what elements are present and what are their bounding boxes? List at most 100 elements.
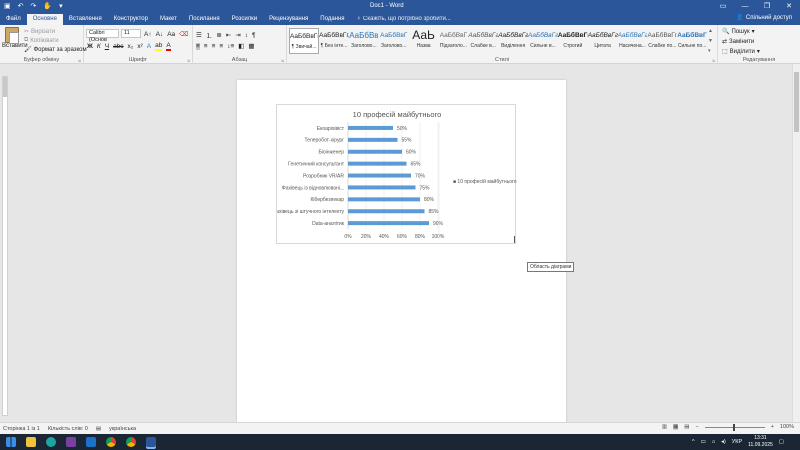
dialog-launcher-icon[interactable]: ⇲ [281, 58, 284, 63]
tab-home[interactable]: Основне [26, 14, 63, 25]
style-intense-emphasis[interactable]: АаБбВвГг Сильне в... [528, 28, 558, 54]
style-emphasis[interactable]: АаБбВвГг Виділення [498, 28, 528, 54]
restore-icon[interactable]: ❐ [756, 0, 778, 13]
style-strong[interactable]: АаБбВвГг Строгий [558, 28, 588, 54]
cut-button[interactable]: ✂ Вирізати [24, 28, 87, 36]
read-mode-icon[interactable]: ▥ [662, 424, 667, 430]
tab-design[interactable]: Конструктор [108, 14, 154, 25]
more-icon[interactable]: ▾ [708, 48, 714, 54]
proofing-icon[interactable]: ▤ [96, 426, 101, 432]
tab-view[interactable]: Подання [314, 14, 350, 25]
style-intense-quote[interactable]: АаБбВвГг Насичена... [618, 28, 648, 54]
bold-icon[interactable]: Ж [87, 43, 93, 50]
ribbon-options-icon[interactable]: ▭ [712, 0, 734, 13]
select-button[interactable]: ⬚ Виділити ▾ [722, 48, 760, 56]
word-icon[interactable] [146, 437, 156, 447]
save-icon[interactable]: ▣ [4, 3, 11, 10]
undo-icon[interactable]: ↶ [18, 3, 24, 10]
volume-icon[interactable]: ◂) [721, 439, 726, 445]
grow-font-icon[interactable]: A↑ [144, 31, 152, 38]
redo-icon[interactable]: ↷ [31, 3, 37, 10]
style-subtle-emphasis[interactable]: АаБбВвГг Слабке в... [468, 28, 498, 54]
font-size-box[interactable]: 11 [121, 29, 141, 38]
network-icon[interactable]: ⌂ [712, 439, 715, 445]
style-subtitle[interactable]: АаБбВвГ Підзаголо... [439, 28, 469, 54]
font-color-icon[interactable]: A [166, 42, 171, 51]
decrease-indent-icon[interactable]: ⇤ [226, 31, 231, 39]
print-layout-icon[interactable]: ▦ [673, 424, 679, 430]
tab-mailings[interactable]: Розсилки [226, 14, 264, 25]
clock[interactable]: 13:31 11.09.2025 [748, 435, 773, 449]
tell-me-box[interactable]: ♀ Скажіть, що потрібно зробити... [357, 14, 451, 25]
zoom-out-icon[interactable]: − [695, 424, 698, 430]
style-no-spacing[interactable]: АаБбВвГг, ¶ Без інте... [319, 28, 349, 54]
onenote-icon[interactable] [66, 437, 76, 447]
multilevel-list-icon[interactable]: ≣ [216, 31, 221, 39]
align-center-icon[interactable]: ≡ [204, 43, 208, 50]
battery-icon[interactable]: ▭ [701, 439, 706, 445]
font-name-box[interactable]: Calibri (Основ [86, 29, 119, 43]
edge-icon[interactable] [46, 437, 56, 447]
tab-layout[interactable]: Макет [154, 14, 183, 25]
clear-format-icon[interactable]: ⌫ [179, 30, 188, 38]
line-spacing-icon[interactable]: ↕≡ [227, 43, 234, 50]
paste-button[interactable]: Вставити [2, 27, 28, 49]
tab-insert[interactable]: Вставлення [63, 14, 108, 25]
replace-button[interactable]: ⇄ Замінити [722, 38, 760, 46]
file-explorer-icon[interactable] [26, 437, 36, 447]
chart-area[interactable]: 10 професій майбутнього 0% 20% 40% 60% 80% 100… [276, 104, 517, 244]
italic-icon[interactable]: К [97, 43, 101, 50]
align-right-icon[interactable]: ≡ [212, 43, 216, 50]
style-intense-reference[interactable]: АаБбВвГг Сильне по... [677, 28, 707, 54]
page-count[interactable]: Сторінка 1 із 1 [3, 426, 40, 432]
strikethrough-icon[interactable]: abc [113, 43, 123, 50]
change-case-icon[interactable]: Aa [167, 31, 175, 38]
dialog-launcher-icon[interactable]: ⇲ [187, 58, 190, 63]
tab-file[interactable]: Файл [0, 14, 27, 25]
zoom-slider[interactable] [704, 423, 765, 431]
zoom-in-icon[interactable]: + [771, 424, 774, 430]
justify-icon[interactable]: ≡ [219, 43, 223, 50]
zoom-level[interactable]: 100% [780, 424, 794, 430]
scrollbar-thumb[interactable] [794, 72, 799, 132]
bullets-icon[interactable]: ☰ [196, 31, 202, 39]
customize-icon[interactable]: ▾ [59, 3, 63, 10]
text-effects-icon[interactable]: A [147, 43, 151, 50]
zoom-slider-knob[interactable] [732, 423, 735, 431]
chevron-down-icon[interactable]: ▼ [708, 38, 714, 44]
keyboard-language[interactable]: УКР [732, 439, 742, 445]
align-left-icon[interactable]: ≡ [196, 42, 200, 50]
increase-indent-icon[interactable]: ⇥ [235, 31, 240, 39]
windows-start-icon[interactable] [6, 437, 16, 447]
dialog-launcher-icon[interactable]: ⇲ [712, 58, 715, 63]
copy-button[interactable]: ⧉ Копіювати [24, 37, 87, 44]
subscript-icon[interactable]: x₂ [128, 43, 134, 50]
word-count[interactable]: Кількість слів: 0 [48, 426, 88, 432]
style-quote[interactable]: АаБбВвГг Цитата [588, 28, 618, 54]
close-icon[interactable]: ✕ [778, 0, 800, 13]
chrome-icon[interactable] [106, 437, 116, 447]
notifications-icon[interactable]: ▢ [779, 439, 784, 445]
tab-review[interactable]: Рецензування [263, 14, 314, 25]
chevron-up-icon[interactable]: ▲ [708, 28, 714, 34]
style-subtle-reference[interactable]: АаБбВвГг Слабке по... [647, 28, 677, 54]
style-heading-1[interactable]: АаБбВв Заголово... [349, 28, 379, 54]
shading-icon[interactable]: ◧ [238, 42, 244, 50]
minimize-icon[interactable]: — [734, 0, 756, 13]
share-button[interactable]: 👤 Спільний доступ [736, 14, 792, 22]
chevron-up-icon[interactable]: ^ [692, 439, 695, 445]
vertical-scrollbar[interactable] [792, 64, 800, 422]
web-layout-icon[interactable]: ▤ [684, 424, 689, 430]
sort-icon[interactable]: ↕ [245, 32, 248, 39]
numbering-icon[interactable]: ⒈ [206, 30, 213, 40]
chrome-alt-icon[interactable] [126, 437, 136, 447]
style-normal[interactable]: АаБбВвГг, ¶ Звичай... [289, 28, 320, 54]
style-title[interactable]: АаЬ Назва [409, 28, 439, 54]
find-button[interactable]: 🔍 Пошук ▾ [722, 28, 760, 36]
borders-icon[interactable]: ▦ [248, 42, 254, 50]
tab-references[interactable]: Посилання [183, 14, 226, 25]
outlook-icon[interactable] [86, 437, 96, 447]
language-indicator[interactable]: українська [109, 426, 136, 432]
pilcrow-icon[interactable]: ¶ [252, 32, 256, 39]
dialog-launcher-icon[interactable]: ⇲ [78, 58, 81, 63]
